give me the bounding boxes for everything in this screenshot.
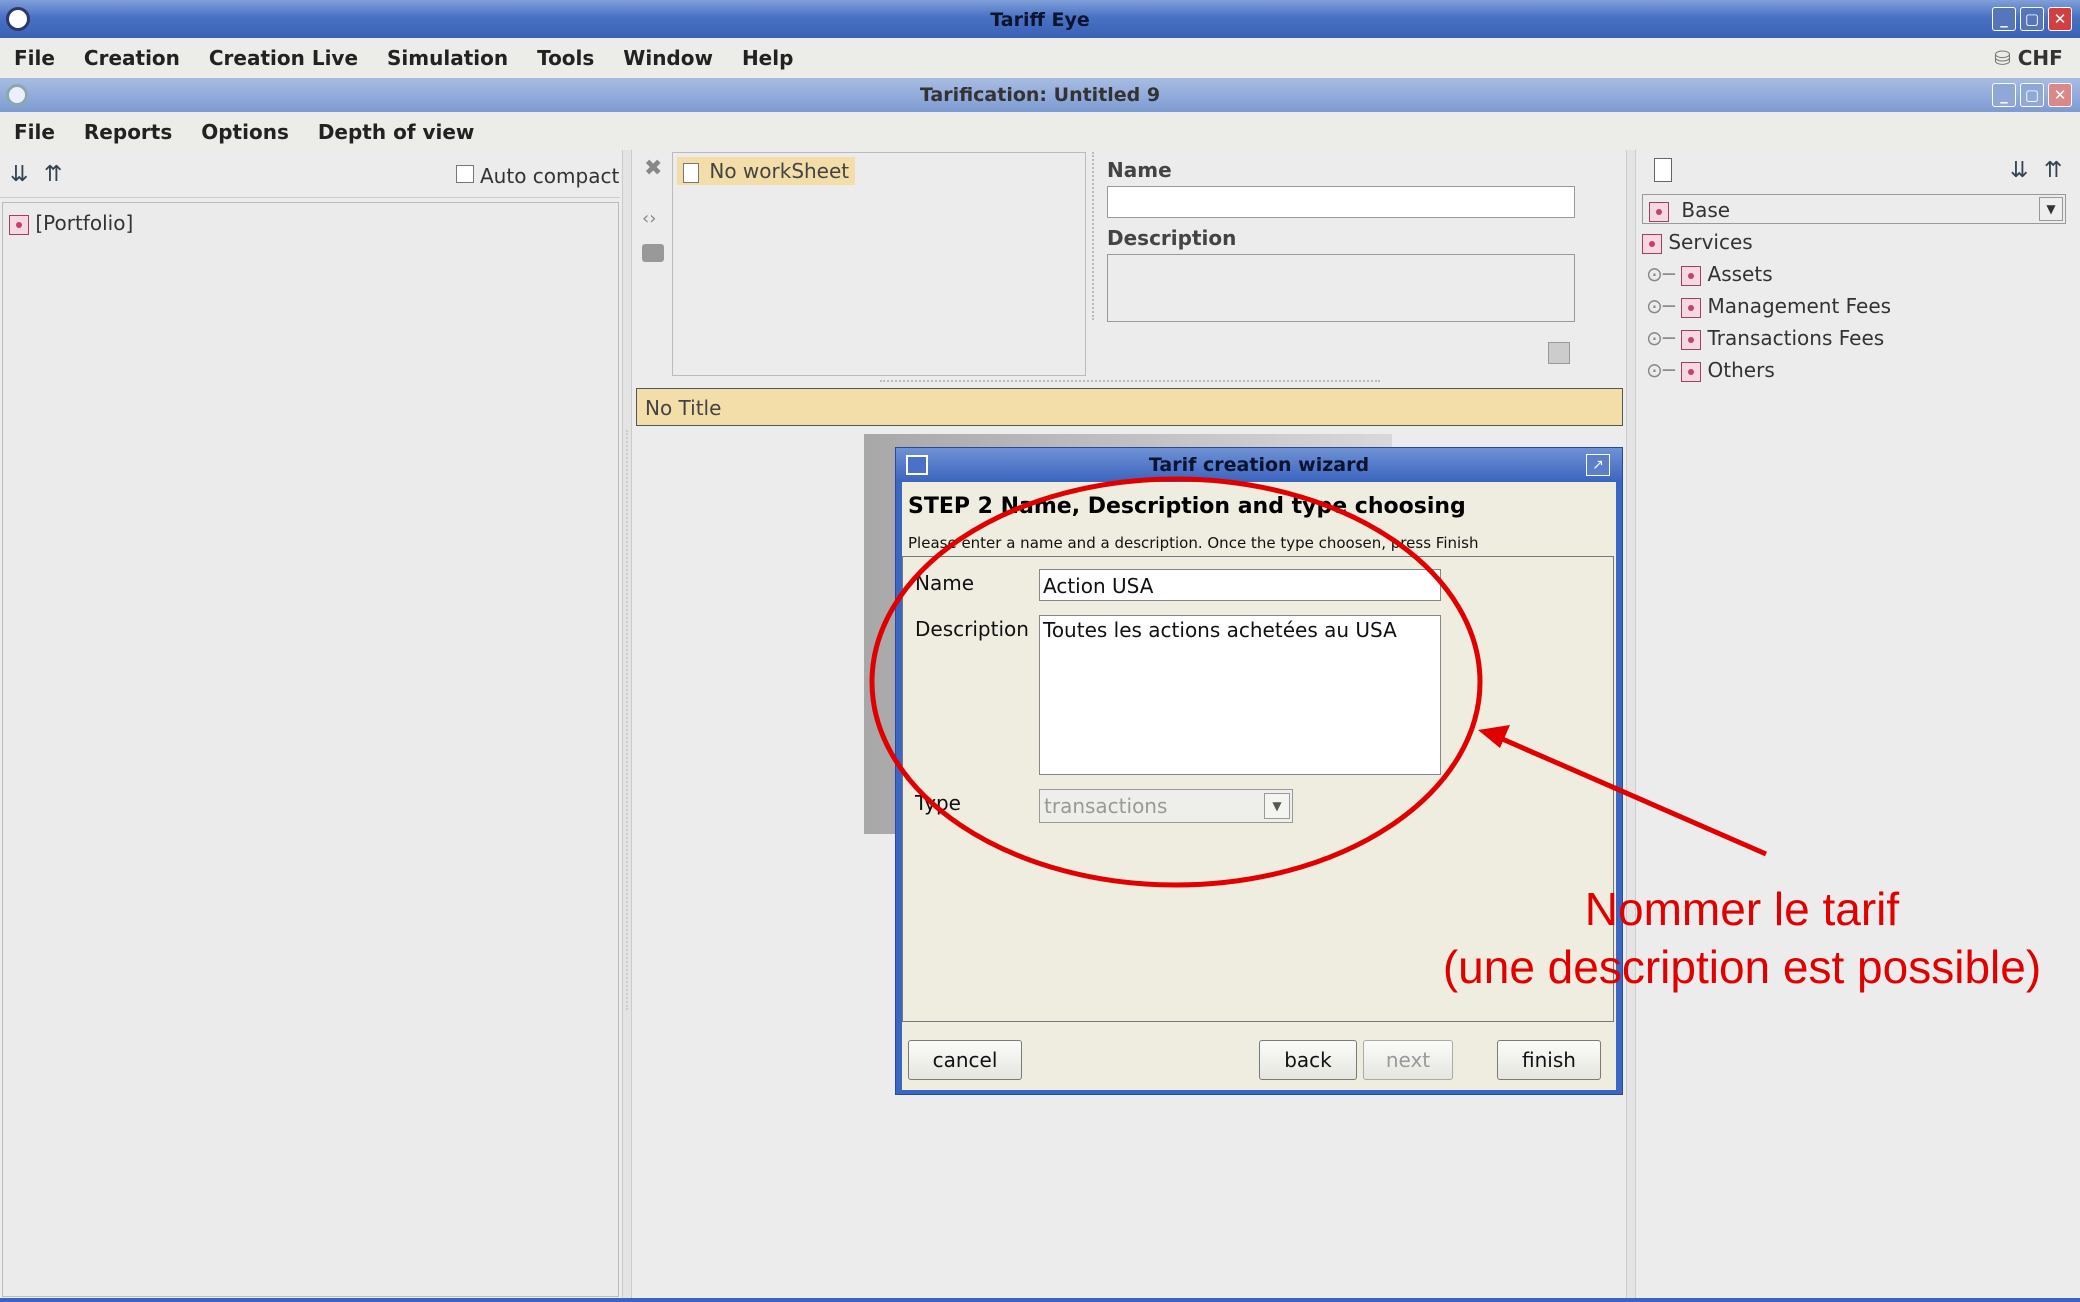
annotation-text-line2: (une description est possible)	[1442, 941, 2042, 993]
annotation-arrow-line	[1499, 735, 1767, 857]
annotation-overlay	[869, 476, 1767, 888]
annotation-arrow-head	[1478, 725, 1510, 748]
bottom-border	[0, 1298, 2080, 1302]
annotation-circle	[869, 476, 1483, 888]
annotation-text-line1: Nommer le tarif	[1584, 883, 1900, 935]
